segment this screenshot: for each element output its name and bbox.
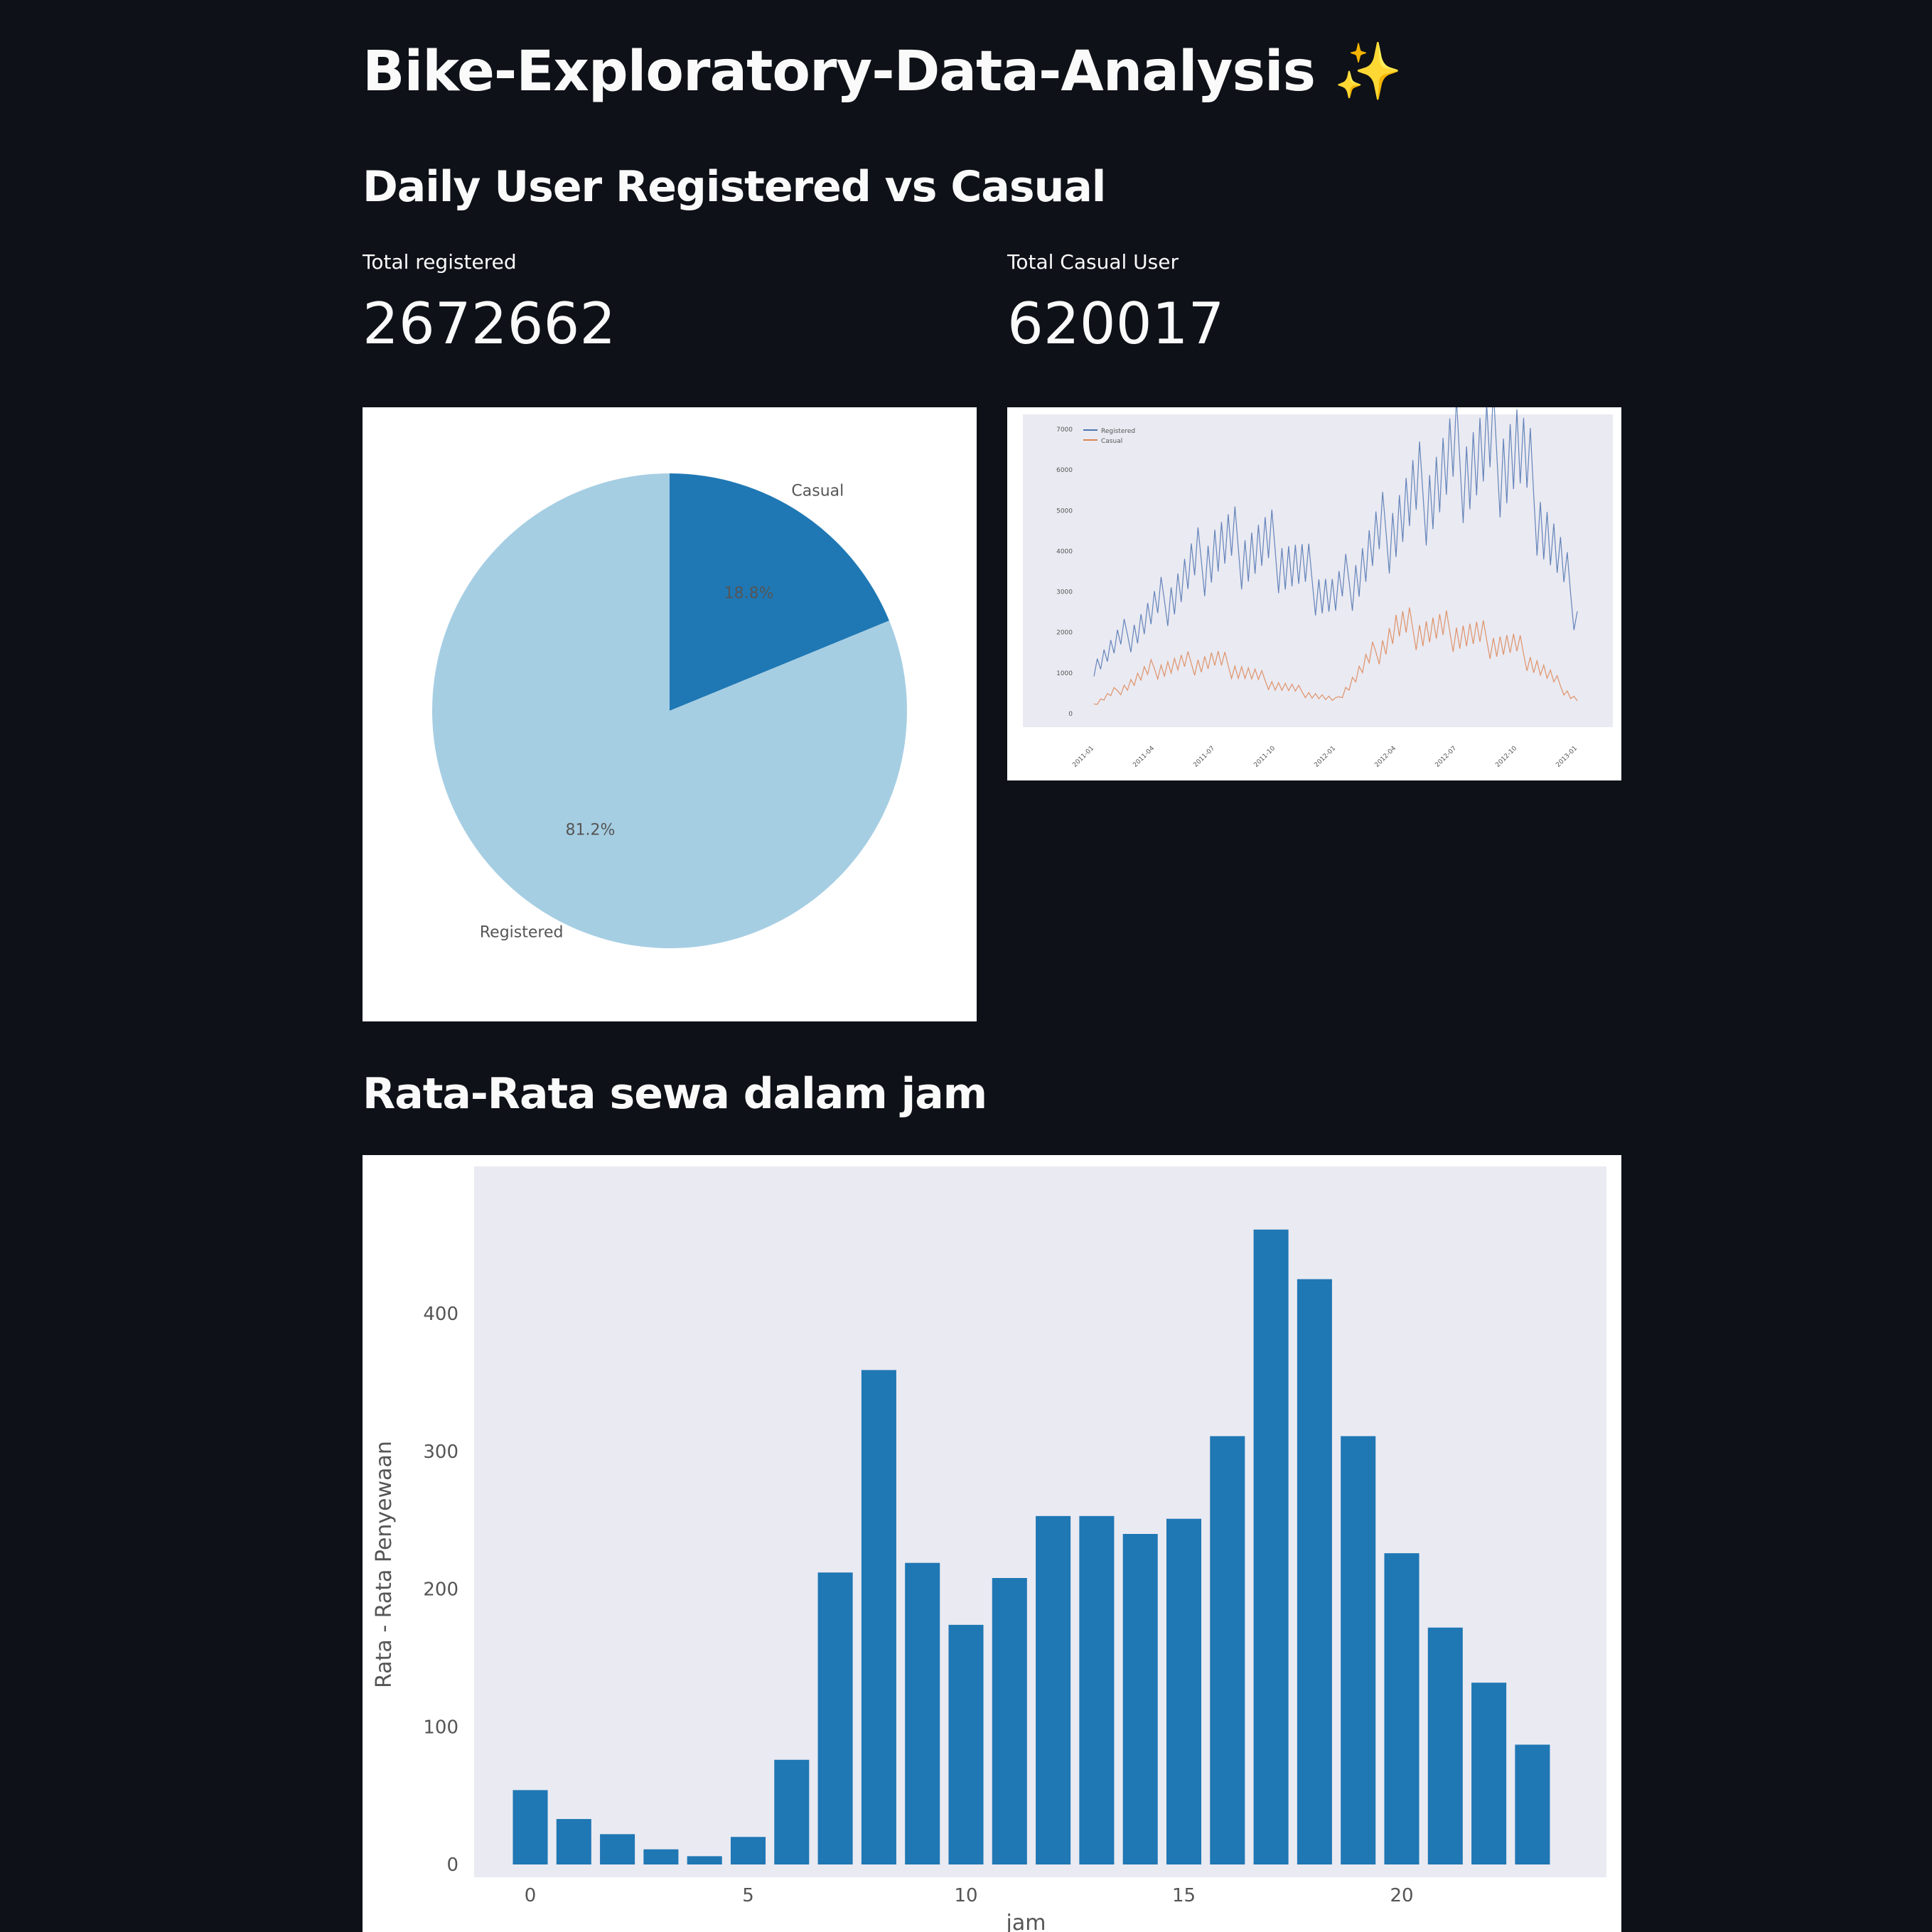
bar-hour-21 [1427,1627,1463,1864]
pie-chart-panel: 18.8% Casual 81.2% Registered [363,407,977,1021]
y-tick-label: 2000 [1056,630,1073,637]
y-tick-label: 6000 [1056,467,1073,474]
bar-hour-23 [1515,1744,1550,1864]
x-tick-label: 2012-01 [1313,745,1337,769]
pie-percent-label: 81.2% [565,821,615,839]
x-tick-label: 0 [525,1885,537,1906]
legend-label: Casual [1101,438,1122,445]
line-chart-panel: 0 1000 2000 3000 4000 5000 6000 7000 2011-01 2011… [1007,407,1621,780]
pie-percent-label: 18.8% [724,585,774,603]
y-tick-label: 1000 [1056,670,1073,677]
bar-hour-9 [905,1562,940,1864]
bar-hour-10 [948,1624,984,1864]
app-page: Bike-Exploratory-Data-Analysis ✨ Daily U… [0,0,1932,1932]
x-tick-label: 2011-01 [1071,745,1095,769]
x-tick-label: 2011-10 [1252,745,1277,769]
pie-slice-label: Registered [480,924,564,942]
bar-hour-12 [1036,1515,1071,1864]
x-tick-label: 15 [1172,1885,1196,1906]
x-tick-label: 2012-04 [1373,745,1397,769]
y-tick-label: 0 [446,1855,458,1876]
x-tick-label: 2012-07 [1434,745,1458,769]
x-tick-label: 2011-07 [1192,745,1216,769]
y-tick-label: 400 [423,1304,458,1325]
y-axis-label: Rata - Rata Penyewaan [372,1441,397,1688]
metric-label: Total registered [363,250,517,274]
bar-hour-8 [861,1370,896,1864]
sparkles-icon: ✨ [1333,40,1402,104]
metric-total-casual: Total Casual User 620017 [1007,250,1224,357]
x-tick-label: 10 [954,1885,977,1906]
bar-hour-19 [1341,1436,1376,1864]
y-tick-label: 3000 [1056,589,1073,596]
bar-hour-20 [1384,1553,1420,1864]
bar-chart: 0 100 200 300 400 0 5 10 15 20 jam Rata - Rata Peny… [372,1166,1606,1932]
metric-label: Total Casual User [1007,250,1179,274]
y-tick-label: 300 [423,1442,458,1463]
bar-hour-17 [1253,1229,1289,1864]
x-tick-label: 5 [742,1885,754,1906]
metric-value: 620017 [1007,291,1225,357]
pie-chart: 18.8% Casual 81.2% Registered [432,473,907,948]
bar-hour-7 [817,1572,853,1864]
bar-hour-6 [774,1759,810,1864]
y-tick-label: 0 [1068,711,1073,718]
x-tick-label: 2012-10 [1494,745,1518,769]
y-tick-label: 5000 [1056,508,1073,515]
bar-hour-0 [512,1790,548,1864]
bar-hour-18 [1297,1279,1332,1864]
metric-value: 2672662 [363,291,616,357]
metric-total-registered: Total registered 2672662 [363,250,616,357]
bar-hour-3 [643,1849,679,1864]
bar-hour-4 [687,1856,722,1864]
page-title-text: Bike-Exploratory-Data-Analysis [363,40,1316,104]
y-tick-label: 7000 [1056,426,1073,434]
x-tick-label: 2011-04 [1132,745,1156,769]
bar-hour-22 [1471,1683,1507,1864]
bar-hour-15 [1166,1518,1202,1864]
x-axis-label: jam [1006,1911,1046,1932]
legend-label: Registered [1101,428,1135,435]
bar-hour-13 [1079,1515,1115,1864]
pie-slice-label: Casual [791,482,844,500]
x-tick-label: 20 [1390,1885,1413,1906]
section-heading-hourly: Rata-Rata sewa dalam jam [363,1069,987,1119]
bar-chart-panel: 0 100 200 300 400 0 5 10 15 20 jam Rata - Rata Peny… [363,1155,1621,1932]
y-tick-label: 100 [423,1717,458,1738]
bar-hour-16 [1210,1436,1245,1864]
bar-hour-1 [556,1819,591,1864]
bar-hour-11 [992,1578,1027,1864]
line-chart: 0 1000 2000 3000 4000 5000 6000 7000 2011-01 2011… [1023,407,1613,769]
y-tick-label: 200 [423,1579,458,1601]
bar-hour-5 [730,1837,766,1864]
bar-hour-14 [1122,1534,1158,1864]
line-plot-area [1023,414,1613,727]
bar-hour-2 [600,1834,635,1864]
y-tick-label: 4000 [1056,548,1073,555]
section-heading-daily: Daily User Registered vs Casual [363,162,1106,212]
page-title: Bike-Exploratory-Data-Analysis ✨ [363,40,1402,104]
x-tick-label: 2013-01 [1555,745,1579,769]
